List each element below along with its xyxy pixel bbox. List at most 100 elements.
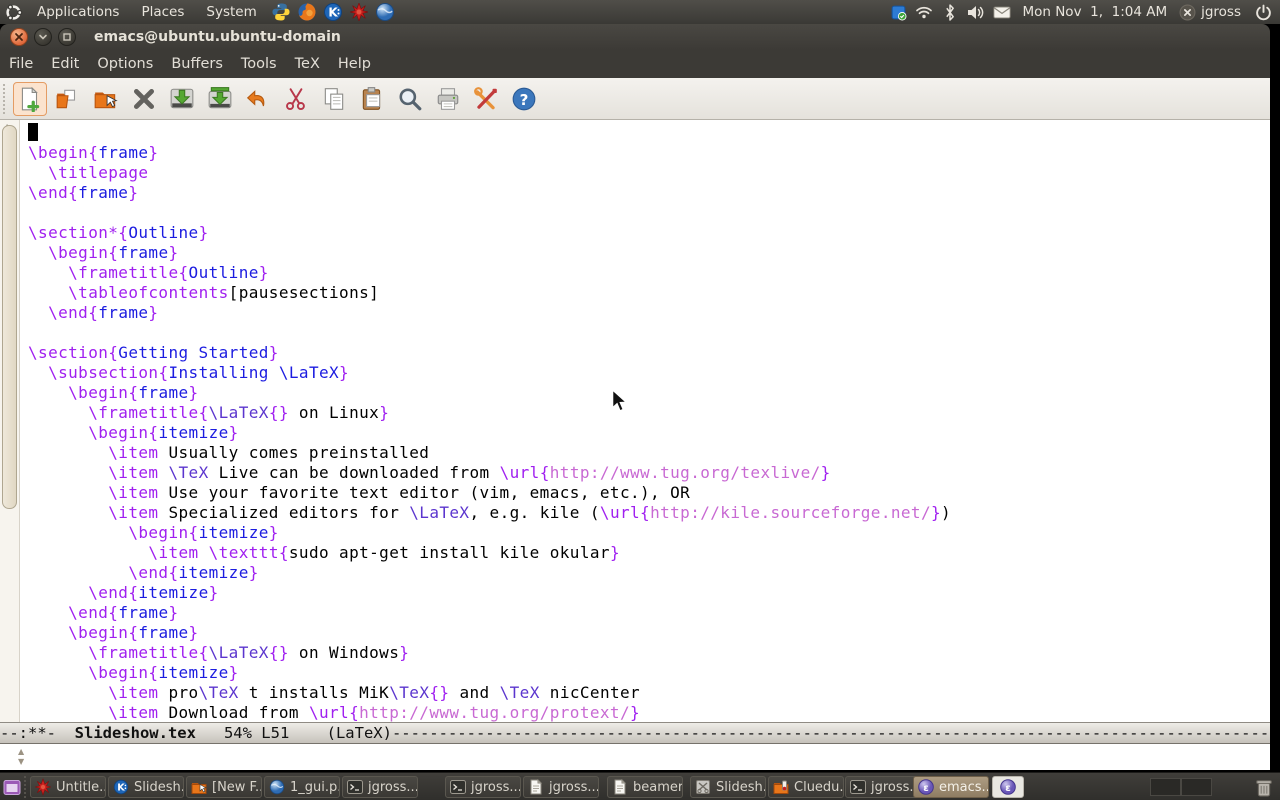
python-icon[interactable]	[270, 1, 292, 23]
task-button-1-gui-p[interactable]: 1_gui.p...	[264, 776, 340, 798]
code-line: \item Use your favorite text editor (vim…	[28, 483, 951, 503]
minibuffer-scroll-down-icon[interactable]: ▼	[18, 757, 24, 766]
toolbar-handle[interactable]	[3, 84, 11, 114]
panel-menu-places[interactable]: Places	[130, 0, 195, 24]
menu-options[interactable]: Options	[88, 50, 162, 78]
code-line: \item \TeX Live can be downloaded from \…	[28, 463, 951, 483]
task-button-slidesh[interactable]: KSlidesh...	[108, 776, 184, 798]
panel-menu-applications[interactable]: Applications	[26, 0, 130, 24]
close-buffer-icon[interactable]	[127, 82, 161, 116]
bottom-panel: Untitle...KSlidesh... [New F... 1_gui.p...…	[0, 772, 1280, 800]
task-button-untitle[interactable]: Untitle...	[30, 776, 106, 798]
task-button-slidesh[interactable]: Slidesh...	[690, 776, 766, 798]
menu-file[interactable]: File	[0, 50, 42, 78]
code-line: \end{itemize}	[28, 563, 951, 583]
task-button-icon[interactable]: ε	[992, 776, 1024, 798]
code-line: \frametitle{\LaTeX{} on Linux}	[28, 403, 951, 423]
modeline-mode[interactable]: (LaTeX)	[327, 724, 392, 742]
preferences-icon[interactable]	[469, 82, 503, 116]
maximize-icon[interactable]	[58, 28, 76, 46]
save-icon[interactable]	[165, 82, 199, 116]
trash-icon[interactable]	[1252, 776, 1276, 798]
menu-tex[interactable]: TeX	[286, 50, 329, 78]
document-icon	[528, 779, 544, 795]
task-label: Slidesh...	[716, 780, 766, 795]
user-menu[interactable]: jgross	[1178, 3, 1241, 21]
browser-icon[interactable]	[374, 1, 396, 23]
wifi-icon[interactable]	[915, 3, 933, 21]
code-line: \end{frame}	[28, 183, 951, 203]
new-file-icon[interactable]	[13, 82, 47, 116]
menu-help[interactable]: Help	[329, 50, 380, 78]
task-button-emacs[interactable]: εemacs...	[913, 776, 989, 798]
close-icon[interactable]	[10, 28, 28, 46]
minibuffer-scroll-up-icon[interactable]: ▲	[18, 747, 24, 756]
top-panel-left: ApplicationsPlacesSystem K	[0, 0, 398, 24]
browser-icon	[269, 779, 285, 795]
emacs-window: emacs@ubuntu.ubuntu-domain FileEditOptio…	[0, 24, 1270, 770]
task-button-jgross[interactable]: jgross...	[845, 776, 921, 798]
kile-icon[interactable]: K	[322, 1, 344, 23]
dropbox-icon[interactable]	[889, 3, 907, 21]
volume-icon[interactable]	[967, 3, 985, 21]
code-line: \end{itemize}	[28, 583, 951, 603]
task-button-beamer[interactable]: beamer...	[607, 776, 683, 798]
mathematica-icon[interactable]	[348, 1, 370, 23]
task-label: Slidesh...	[134, 780, 184, 795]
task-label: beamer...	[633, 780, 683, 795]
help-icon[interactable]: ?	[507, 82, 541, 116]
editor-buffer[interactable]: ▲ \begin{frame} \titlepage\end{frame}\se…	[0, 120, 1270, 722]
titlebar[interactable]: emacs@ubuntu.ubuntu-domain	[0, 24, 1270, 50]
task-button-cluedu[interactable]: Cluedu...	[768, 776, 844, 798]
code-line: \titlepage	[28, 163, 951, 183]
menu-edit[interactable]: Edit	[42, 50, 88, 78]
open-file-icon[interactable]	[51, 82, 85, 116]
text-cursor	[28, 123, 38, 141]
search-icon[interactable]	[393, 82, 427, 116]
show-desktop-icon[interactable]	[2, 776, 26, 798]
copy-icon[interactable]	[317, 82, 351, 116]
task-button-jgross[interactable]: jgross...	[445, 776, 521, 798]
folder-marker-icon	[773, 779, 789, 795]
code-line: \frametitle{Outline}	[28, 263, 951, 283]
code-line: \end{frame}	[28, 603, 951, 623]
emacs-icon: ε	[1000, 779, 1016, 795]
bluetooth-icon[interactable]	[941, 3, 959, 21]
code-area[interactable]: \begin{frame} \titlepage\end{frame}\sect…	[28, 123, 951, 723]
menu-buffers[interactable]: Buffers	[162, 50, 232, 78]
ubuntu-logo-icon[interactable]	[2, 1, 24, 23]
task-button--new-f[interactable]: [New F...	[186, 776, 262, 798]
workspace-switcher[interactable]	[1150, 778, 1212, 796]
modeline-flags: --:**-	[0, 724, 75, 742]
workspace-cell[interactable]	[1181, 778, 1212, 796]
firefox-icon[interactable]	[296, 1, 318, 23]
mail-icon[interactable]	[993, 3, 1011, 21]
clock[interactable]: Mon Nov 1, 1:04 AM	[1022, 4, 1167, 20]
undo-icon[interactable]	[241, 82, 275, 116]
panel-menu-system[interactable]: System	[195, 0, 267, 24]
window-title: emacs@ubuntu.ubuntu-domain	[94, 29, 341, 45]
task-button-jgross[interactable]: jgross...	[342, 776, 418, 798]
workspace-cell[interactable]	[1150, 778, 1181, 796]
task-label: [New F...	[212, 780, 262, 795]
menu-tools[interactable]: Tools	[232, 50, 286, 78]
cut-icon[interactable]	[279, 82, 313, 116]
echo-area[interactable]: ▲ ▼	[0, 744, 1270, 770]
code-line: \end{frame}	[28, 303, 951, 323]
open-folder-icon[interactable]	[89, 82, 123, 116]
minimize-icon[interactable]	[34, 28, 52, 46]
save-as-icon[interactable]	[203, 82, 237, 116]
code-line: \begin{itemize}	[28, 423, 951, 443]
terminal-icon	[850, 779, 866, 795]
paste-icon[interactable]	[355, 82, 389, 116]
print-icon[interactable]	[431, 82, 465, 116]
svg-text:ε: ε	[1005, 783, 1011, 794]
task-label: jgross...	[471, 780, 521, 795]
task-button-jgross[interactable]: jgross...	[523, 776, 599, 798]
power-icon[interactable]	[1254, 3, 1272, 21]
task-label: Untitle...	[56, 780, 106, 795]
vertical-scrollbar[interactable]: ▲	[0, 120, 20, 722]
task-label: 1_gui.p...	[290, 780, 340, 795]
svg-text:ε: ε	[923, 783, 929, 794]
scrollbar-thumb[interactable]	[2, 125, 17, 509]
